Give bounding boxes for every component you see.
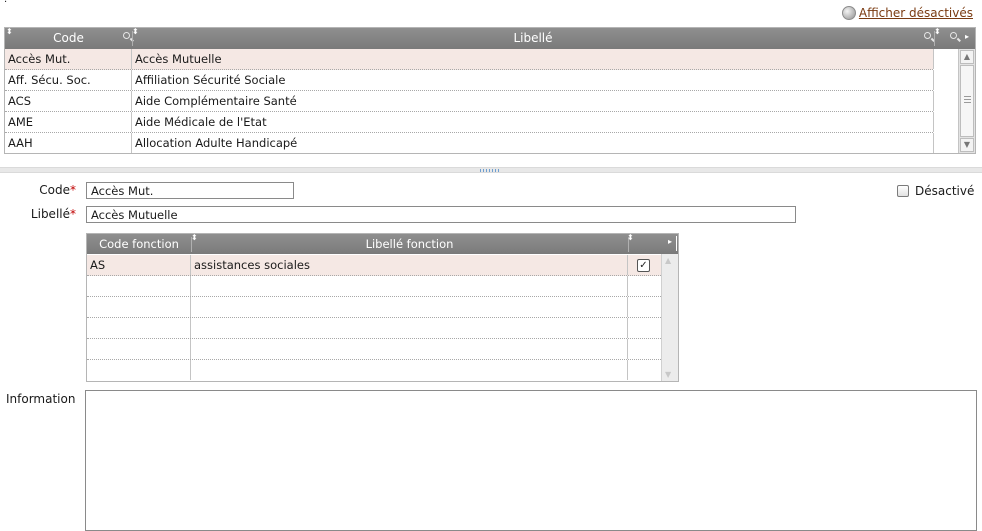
scroll-up-icon[interactable]: ▲ [665, 256, 671, 265]
cell-libelle: Aide Médicale de l'Etat [132, 112, 934, 132]
table-row[interactable]: AAH Allocation Adulte Handicapé [5, 133, 934, 154]
cell-libelle: Aide Complémentaire Santé [132, 91, 934, 111]
table-row[interactable]: AME Aide Médicale de l'Etat [5, 112, 934, 133]
table-row[interactable]: Aff. Sécu. Soc. Affiliation Sécurité Soc… [5, 70, 934, 91]
cell-libelle: Accès Mutuelle [132, 49, 934, 69]
disabled-checkbox[interactable] [897, 185, 909, 197]
cell-code: ACS [5, 91, 132, 111]
scroll-down-icon[interactable]: ▼ [960, 138, 974, 152]
cell-code: Aff. Sécu. Soc. [5, 70, 132, 90]
required-asterisk: * [70, 207, 76, 221]
vertical-scrollbar[interactable]: ▲ ▼ [958, 49, 975, 153]
table-row[interactable]: ACS Aide Complémentaire Santé [5, 91, 934, 112]
libelle-field[interactable] [86, 206, 796, 223]
top-marker: . [4, 0, 7, 5]
main-grid: ⬍ Code ⬍ Libellé ⬍ ▸ Accès Mut. Accès Mu… [4, 27, 976, 154]
table-row[interactable]: AS assistances sociales ✓ [87, 255, 661, 276]
functions-grid: Code fonction ⬍ Libellé fonction ⬍ ▸ AS … [86, 233, 679, 382]
splitter-grip-icon[interactable] [480, 169, 500, 172]
libelle-label: Libellé* [30, 207, 76, 221]
scroll-down-icon[interactable]: ▼ [665, 370, 671, 379]
disabled-label: Désactivé [915, 184, 975, 198]
information-textarea[interactable] [85, 390, 977, 531]
cell-libelle: Allocation Adulte Handicapé [132, 133, 934, 153]
scroll-up-icon[interactable]: ▲ [960, 50, 974, 64]
disabled-toggle[interactable]: Désactivé [897, 184, 974, 198]
code-label: Code* [39, 183, 76, 197]
cell-code-fonction: AS [87, 255, 191, 275]
information-label: Information [6, 392, 76, 406]
column-resize-icon[interactable]: ⬍ [934, 27, 941, 36]
cell-code: Accès Mut. [5, 49, 132, 69]
cell-libelle: Affiliation Sécurité Sociale [132, 70, 934, 90]
column-header-code[interactable]: Code [5, 28, 132, 49]
search-libelle-icon[interactable] [924, 32, 931, 39]
cell-libelle-fonction: assistances sociales [191, 255, 628, 275]
search-all-icon[interactable] [950, 32, 957, 39]
show-disabled-toggle[interactable]: Afficher désactivés [841, 6, 973, 20]
scroll-thumb[interactable] [960, 65, 974, 137]
vertical-scrollbar[interactable]: ▲ ▼ [661, 254, 678, 381]
function-checkbox[interactable]: ✓ [637, 259, 650, 272]
cell-code: AME [5, 112, 132, 132]
table-row[interactable] [87, 318, 661, 339]
table-row[interactable] [87, 276, 661, 297]
pane-splitter[interactable] [0, 167, 982, 173]
table-row[interactable] [87, 297, 661, 318]
column-header-code-fonction[interactable]: Code fonction [87, 234, 191, 254]
table-row[interactable] [87, 360, 661, 381]
column-header-libelle-fonction[interactable]: Libellé fonction [191, 234, 628, 254]
required-asterisk: * [70, 183, 76, 197]
cell-code: AAH [5, 133, 132, 153]
table-row[interactable]: Accès Mut. Accès Mutuelle [5, 49, 934, 70]
search-code-icon[interactable] [123, 32, 130, 39]
columns-menu-icon[interactable]: ▸ [965, 32, 969, 41]
code-field[interactable] [86, 182, 294, 199]
functions-grid-header: Code fonction ⬍ Libellé fonction ⬍ ▸ [87, 233, 678, 254]
grid-header: ⬍ Code ⬍ Libellé ⬍ ▸ [5, 27, 975, 49]
table-row[interactable] [87, 339, 661, 360]
column-resize-icon[interactable]: ⬍ [627, 233, 634, 242]
radio-circle-icon [841, 6, 856, 20]
show-disabled-link[interactable]: Afficher désactivés [859, 6, 973, 20]
column-header-libelle[interactable]: Libellé [132, 28, 934, 49]
columns-menu-icon[interactable]: ▸ [668, 237, 672, 246]
